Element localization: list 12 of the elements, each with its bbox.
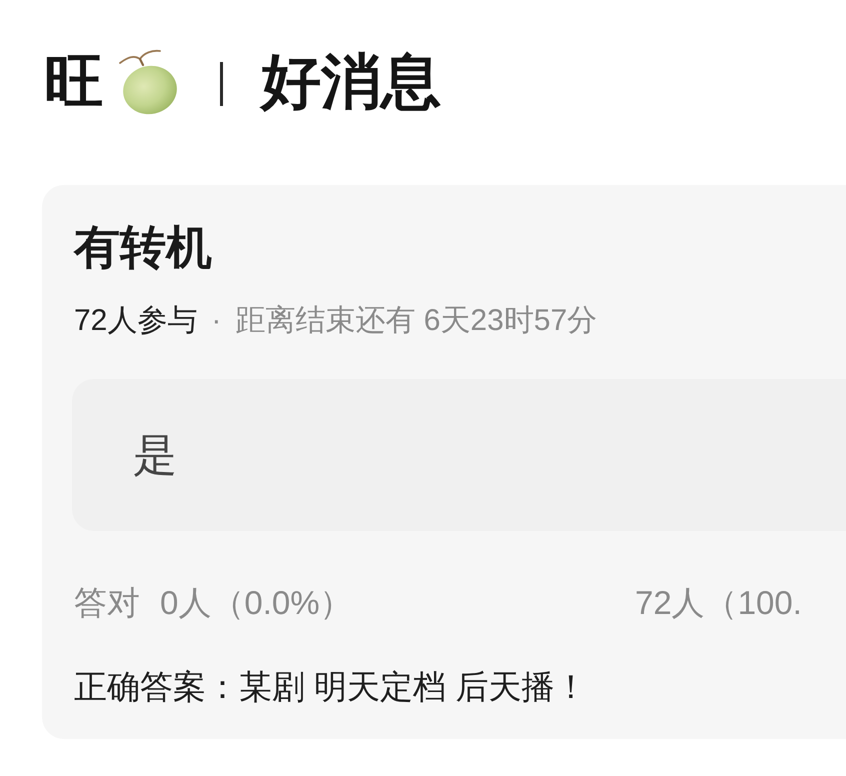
poll-option[interactable]: 是 — [72, 379, 846, 531]
header-title: 好消息 — [261, 52, 441, 112]
poll-title: 有转机 — [74, 220, 213, 275]
countdown-text: 距离结束还有 6天23时57分 — [235, 303, 598, 339]
header-prefix: 旺 — [44, 52, 104, 112]
separator-dot: · — [211, 303, 222, 339]
melon-icon — [118, 49, 180, 115]
option-vote-count: 72人（100. — [635, 583, 803, 623]
correct-answer-text: 正确答案：某剧 明天定档 后天播！ — [74, 667, 588, 707]
participant-count: 72人参与 — [74, 303, 198, 339]
stats-label: 答对 — [74, 583, 140, 623]
correct-count: 0人（0.0%） — [160, 583, 353, 623]
